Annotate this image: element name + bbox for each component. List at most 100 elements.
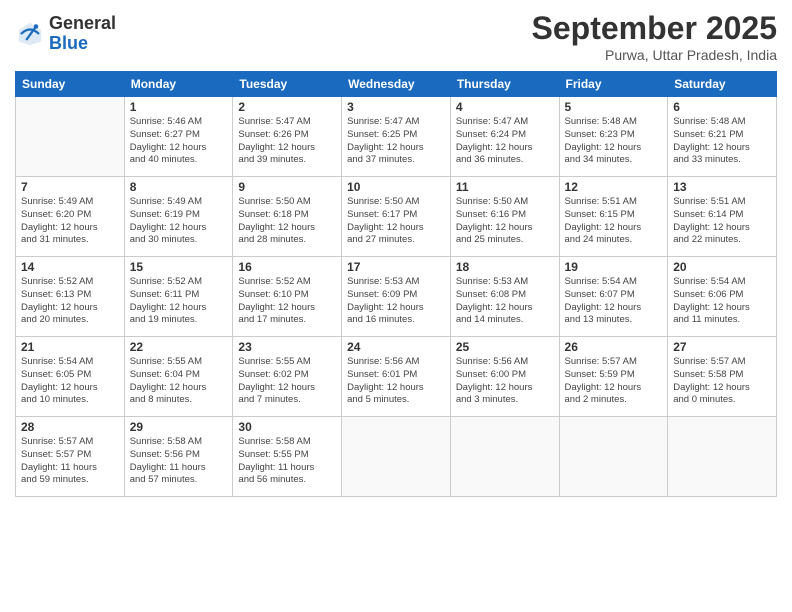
day-number-2-1: 15 xyxy=(130,260,228,274)
calendar-cell-2-5: 19Sunrise: 5:54 AM Sunset: 6:07 PM Dayli… xyxy=(559,257,668,337)
day-number-2-0: 14 xyxy=(21,260,119,274)
calendar-cell-1-1: 8 Sunrise: 5:49 AM Sunset: 6:19 PM Daylig… xyxy=(124,177,233,257)
calendar-cell-0-2: 2 Sunrise: 5:47 AM Sunset: 6:26 PM Daylig… xyxy=(233,97,342,177)
calendar-table: Sunday Monday Tuesday Wednesday Thursday… xyxy=(15,71,777,497)
day-info-4-0: Sunrise: 5:57 AM Sunset: 5:57 PM Dayligh… xyxy=(21,436,119,487)
calendar-cell-1-6: 13 Sunrise: 5:51 AM Sunset: 6:14 PM Dayli… xyxy=(668,177,777,257)
day-number-1-4: 11 xyxy=(456,180,554,194)
calendar-cell-0-3: 3 Sunrise: 5:47 AM Sunset: 6:25 PM Daylig… xyxy=(342,97,451,177)
calendar-cell-1-0: 7 Sunrise: 5:49 AM Sunset: 6:20 PM Daylig… xyxy=(16,177,125,257)
day-number-4-2: 30 xyxy=(238,420,336,434)
calendar-cell-2-3: 17Sunrise: 5:53 AM Sunset: 6:09 PM Dayli… xyxy=(342,257,451,337)
calendar-cell-1-5: 12 Sunrise: 5:51 AM Sunset: 6:15 PM Dayli… xyxy=(559,177,668,257)
day-number-0-1: 1 xyxy=(130,100,228,114)
week-row-1: 7 Sunrise: 5:49 AM Sunset: 6:20 PM Daylig… xyxy=(16,177,777,257)
header-wednesday: Wednesday xyxy=(342,72,451,97)
calendar-cell-3-0: 21 Sunrise: 5:54 AM Sunset: 6:05 PM Dayli… xyxy=(16,337,125,417)
day-info-1-0: Sunrise: 5:49 AM Sunset: 6:20 PM Dayligh… xyxy=(21,196,119,247)
day-info-1-6: Sunrise: 5:51 AM Sunset: 6:14 PM Dayligh… xyxy=(673,196,771,247)
weekday-header-row: Sunday Monday Tuesday Wednesday Thursday… xyxy=(16,72,777,97)
calendar-cell-3-1: 22Sunrise: 5:55 AM Sunset: 6:04 PM Dayli… xyxy=(124,337,233,417)
calendar-cell-4-6 xyxy=(668,417,777,497)
day-info-2-4: Sunrise: 5:53 AM Sunset: 6:08 PM Dayligh… xyxy=(456,276,554,327)
day-info-1-4: Sunrise: 5:50 AM Sunset: 6:16 PM Dayligh… xyxy=(456,196,554,247)
day-info-0-4: Sunrise: 5:47 AM Sunset: 6:24 PM Dayligh… xyxy=(456,116,554,167)
day-info-0-5: Sunrise: 5:48 AM Sunset: 6:23 PM Dayligh… xyxy=(565,116,663,167)
day-info-2-6: Sunrise: 5:54 AM Sunset: 6:06 PM Dayligh… xyxy=(673,276,771,327)
day-info-0-6: Sunrise: 5:48 AM Sunset: 6:21 PM Dayligh… xyxy=(673,116,771,167)
day-info-0-1: Sunrise: 5:46 AM Sunset: 6:27 PM Dayligh… xyxy=(130,116,228,167)
calendar-cell-1-4: 11 Sunrise: 5:50 AM Sunset: 6:16 PM Dayli… xyxy=(450,177,559,257)
header-thursday: Thursday xyxy=(450,72,559,97)
calendar-cell-4-0: 28 Sunrise: 5:57 AM Sunset: 5:57 PM Dayli… xyxy=(16,417,125,497)
day-info-3-6: Sunrise: 5:57 AM Sunset: 5:58 PM Dayligh… xyxy=(673,356,771,407)
day-number-1-0: 7 xyxy=(21,180,119,194)
day-number-0-4: 4 xyxy=(456,100,554,114)
calendar-cell-2-2: 16 Sunrise: 5:52 AM Sunset: 6:10 PM Dayli… xyxy=(233,257,342,337)
day-number-0-6: 6 xyxy=(673,100,771,114)
calendar-cell-0-1: 1 Sunrise: 5:46 AM Sunset: 6:27 PM Daylig… xyxy=(124,97,233,177)
day-info-1-3: Sunrise: 5:50 AM Sunset: 6:17 PM Dayligh… xyxy=(347,196,445,247)
day-number-0-3: 3 xyxy=(347,100,445,114)
day-info-3-2: Sunrise: 5:55 AM Sunset: 6:02 PM Dayligh… xyxy=(238,356,336,407)
page: General Blue September 2025 Purwa, Uttar… xyxy=(0,0,792,612)
header-friday: Friday xyxy=(559,72,668,97)
day-number-1-2: 9 xyxy=(238,180,336,194)
calendar-cell-3-5: 26Sunrise: 5:57 AM Sunset: 5:59 PM Dayli… xyxy=(559,337,668,417)
day-info-2-2: Sunrise: 5:52 AM Sunset: 6:10 PM Dayligh… xyxy=(238,276,336,327)
calendar-cell-2-0: 14Sunrise: 5:52 AM Sunset: 6:13 PM Dayli… xyxy=(16,257,125,337)
day-number-1-6: 13 xyxy=(673,180,771,194)
day-info-4-2: Sunrise: 5:58 AM Sunset: 5:55 PM Dayligh… xyxy=(238,436,336,487)
day-number-0-5: 5 xyxy=(565,100,663,114)
logo-text: General Blue xyxy=(49,14,116,54)
calendar-cell-0-4: 4 Sunrise: 5:47 AM Sunset: 6:24 PM Daylig… xyxy=(450,97,559,177)
day-number-4-0: 28 xyxy=(21,420,119,434)
calendar-cell-1-3: 10 Sunrise: 5:50 AM Sunset: 6:17 PM Dayli… xyxy=(342,177,451,257)
day-info-1-2: Sunrise: 5:50 AM Sunset: 6:18 PM Dayligh… xyxy=(238,196,336,247)
calendar-cell-2-6: 20 Sunrise: 5:54 AM Sunset: 6:06 PM Dayli… xyxy=(668,257,777,337)
day-number-2-2: 16 xyxy=(238,260,336,274)
day-number-4-1: 29 xyxy=(130,420,228,434)
day-info-4-1: Sunrise: 5:58 AM Sunset: 5:56 PM Dayligh… xyxy=(130,436,228,487)
day-info-1-1: Sunrise: 5:49 AM Sunset: 6:19 PM Dayligh… xyxy=(130,196,228,247)
day-info-0-2: Sunrise: 5:47 AM Sunset: 6:26 PM Dayligh… xyxy=(238,116,336,167)
header: General Blue September 2025 Purwa, Uttar… xyxy=(15,10,777,63)
week-row-3: 21 Sunrise: 5:54 AM Sunset: 6:05 PM Dayli… xyxy=(16,337,777,417)
day-info-3-0: Sunrise: 5:54 AM Sunset: 6:05 PM Dayligh… xyxy=(21,356,119,407)
week-row-0: 1 Sunrise: 5:46 AM Sunset: 6:27 PM Daylig… xyxy=(16,97,777,177)
header-saturday: Saturday xyxy=(668,72,777,97)
month-title: September 2025 xyxy=(532,10,777,47)
calendar-cell-3-6: 27 Sunrise: 5:57 AM Sunset: 5:58 PM Dayli… xyxy=(668,337,777,417)
calendar-cell-1-2: 9 Sunrise: 5:50 AM Sunset: 6:18 PM Daylig… xyxy=(233,177,342,257)
week-row-4: 28 Sunrise: 5:57 AM Sunset: 5:57 PM Dayli… xyxy=(16,417,777,497)
day-number-0-2: 2 xyxy=(238,100,336,114)
title-block: September 2025 Purwa, Uttar Pradesh, Ind… xyxy=(532,10,777,63)
calendar-cell-4-2: 30 Sunrise: 5:58 AM Sunset: 5:55 PM Dayli… xyxy=(233,417,342,497)
day-number-1-5: 12 xyxy=(565,180,663,194)
day-number-3-5: 26 xyxy=(565,340,663,354)
calendar-cell-2-4: 18 Sunrise: 5:53 AM Sunset: 6:08 PM Dayli… xyxy=(450,257,559,337)
calendar-cell-0-6: 6 Sunrise: 5:48 AM Sunset: 6:21 PM Daylig… xyxy=(668,97,777,177)
day-number-1-3: 10 xyxy=(347,180,445,194)
day-info-3-4: Sunrise: 5:56 AM Sunset: 6:00 PM Dayligh… xyxy=(456,356,554,407)
day-number-3-2: 23 xyxy=(238,340,336,354)
calendar-cell-0-0 xyxy=(16,97,125,177)
logo-icon xyxy=(15,19,45,49)
day-info-0-3: Sunrise: 5:47 AM Sunset: 6:25 PM Dayligh… xyxy=(347,116,445,167)
day-info-1-5: Sunrise: 5:51 AM Sunset: 6:15 PM Dayligh… xyxy=(565,196,663,247)
day-info-3-1: Sunrise: 5:55 AM Sunset: 6:04 PM Dayligh… xyxy=(130,356,228,407)
header-sunday: Sunday xyxy=(16,72,125,97)
calendar-cell-3-3: 24Sunrise: 5:56 AM Sunset: 6:01 PM Dayli… xyxy=(342,337,451,417)
day-number-2-6: 20 xyxy=(673,260,771,274)
day-info-2-3: Sunrise: 5:53 AM Sunset: 6:09 PM Dayligh… xyxy=(347,276,445,327)
calendar-cell-4-1: 29 Sunrise: 5:58 AM Sunset: 5:56 PM Dayli… xyxy=(124,417,233,497)
calendar-cell-4-4 xyxy=(450,417,559,497)
calendar-cell-4-5 xyxy=(559,417,668,497)
day-number-3-6: 27 xyxy=(673,340,771,354)
calendar-cell-3-4: 25Sunrise: 5:56 AM Sunset: 6:00 PM Dayli… xyxy=(450,337,559,417)
day-number-2-4: 18 xyxy=(456,260,554,274)
day-number-1-1: 8 xyxy=(130,180,228,194)
location-subtitle: Purwa, Uttar Pradesh, India xyxy=(532,47,777,63)
logo-blue-text: Blue xyxy=(49,34,116,54)
day-number-3-0: 21 xyxy=(21,340,119,354)
